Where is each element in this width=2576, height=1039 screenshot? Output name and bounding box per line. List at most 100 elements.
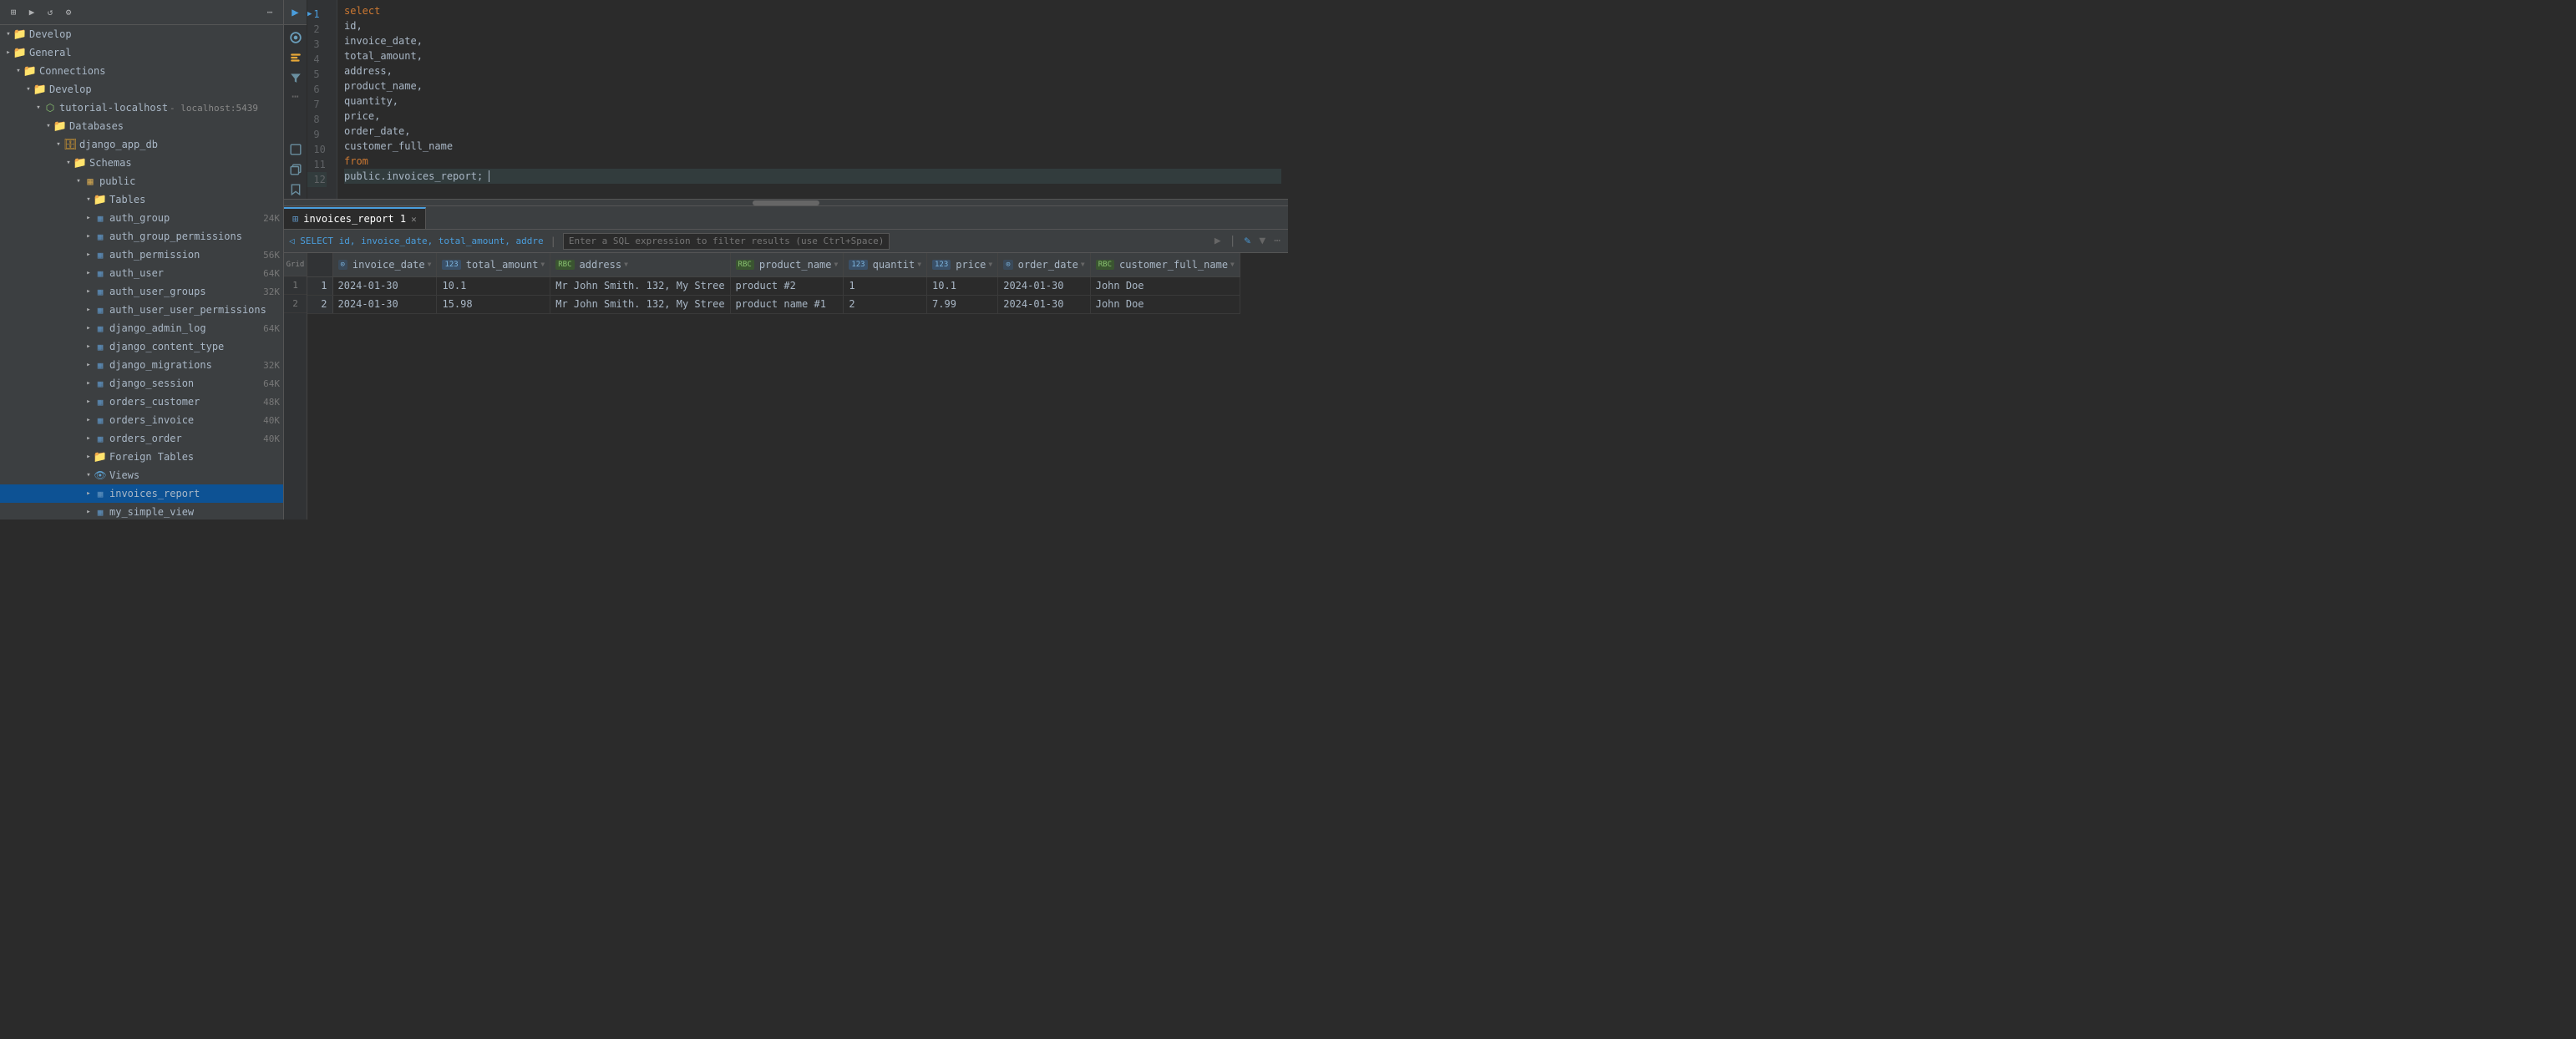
sidebar-item-auth-user-groups[interactable]: ▸ ▦ auth_user_groups 32K (0, 282, 283, 301)
run-icon[interactable]: ▶ (25, 6, 38, 19)
editor-scrollbar[interactable] (284, 199, 1288, 205)
expand-arrow: ▸ (84, 507, 94, 517)
table-row: 2 2024-01-30 15.98 Mr John Smith. 132, M… (307, 295, 1240, 313)
data-grid: Grid 1 2 (284, 253, 1288, 520)
sidebar-item-django-session[interactable]: ▸ ▦ django_session 64K (0, 374, 283, 393)
sidebar-item-public[interactable]: ▾ ▦ public (0, 172, 283, 190)
sort-arrow[interactable]: ▼ (917, 261, 921, 268)
col-type-badge: 123 (932, 260, 951, 270)
sidebar-item-views[interactable]: ▾ 👁 Views (0, 466, 283, 484)
sidebar-item-label: my_simple_view (109, 506, 280, 518)
sidebar-item-orders-invoice[interactable]: ▸ ▦ orders_invoice 40K (0, 411, 283, 429)
col-header-total-amount[interactable]: 123 total_amount ▼ (437, 253, 550, 276)
run-query-icon[interactable]: ▶ (292, 6, 298, 19)
grid-label-header: Grid (284, 253, 307, 276)
export-icon[interactable] (287, 140, 305, 159)
table-header-row: ⊙ invoice_date ▼ 123 total_amount (307, 253, 1240, 276)
col-header-order-date[interactable]: ⊙ order_date ▼ (998, 253, 1091, 276)
line-numbers: ▶ 1 ▶ 2 ▶3 ▶4 ▶5 ▶6 ▶7 ▶8 ▶9 (307, 0, 337, 199)
sidebar-item-foreign-tables[interactable]: ▸ 📁 Foreign Tables (0, 448, 283, 466)
col-header-quantity[interactable]: 123 quantit ▼ (844, 253, 927, 276)
execute-icon[interactable]: ▶ (1212, 235, 1224, 247)
folder-icon: 📁 (94, 194, 107, 205)
tab-close-button[interactable]: ✕ (411, 214, 417, 225)
folder-icon: 📁 (13, 47, 27, 58)
filter-icon[interactable] (287, 68, 305, 87)
debug-icon[interactable] (287, 28, 305, 47)
right-panel: ▶ ⋯ (284, 0, 1288, 520)
sort-arrow[interactable]: ▼ (1230, 261, 1235, 268)
expand-arrow: ▸ (84, 323, 94, 333)
sort-arrow[interactable]: ▼ (834, 261, 839, 268)
sidebar-item-orders-order[interactable]: ▸ ▦ orders_order 40K (0, 429, 283, 448)
table-icon: ▦ (94, 414, 107, 426)
sidebar-item-label: auth_permission (109, 249, 256, 261)
table-icon: ▦ (94, 231, 107, 242)
sidebar-item-develop-conn[interactable]: ▾ 📁 Develop (0, 80, 283, 99)
tab-invoices-report[interactable]: ⊞ invoices_report 1 ✕ (284, 207, 426, 229)
sidebar-item-auth-user-user-permissions[interactable]: ▸ ▦ auth_user_user_permissions (0, 301, 283, 319)
sidebar-item-schemas[interactable]: ▾ 📁 Schemas (0, 154, 283, 172)
expand-arrow: ▾ (63, 158, 74, 168)
sidebar-item-auth-group[interactable]: ▸ ▦ auth_group 24K (0, 209, 283, 227)
sidebar-item-tables[interactable]: ▾ 📁 Tables (0, 190, 283, 209)
sort-arrow[interactable]: ▼ (1081, 261, 1085, 268)
col-type-badge: RBC (1096, 260, 1114, 270)
expand-arrow: ▸ (84, 452, 94, 462)
sidebar-item-develop[interactable]: ▾ 📁 Develop (0, 25, 283, 43)
cell-order-date: 2024-01-30 (998, 295, 1091, 313)
expand-arrow: ▸ (84, 415, 94, 425)
more-icon[interactable]: ⋯ (263, 6, 276, 19)
sidebar-item-label: django_admin_log (109, 322, 256, 334)
col-name: total_amount (466, 259, 539, 271)
sidebar-item-auth-permission[interactable]: ▸ ▦ auth_permission 56K (0, 246, 283, 264)
sort-arrow[interactable]: ▼ (428, 261, 432, 268)
results-edit-icon[interactable]: ✎ (1242, 235, 1254, 247)
settings-icon[interactable]: ⚙ (62, 6, 75, 19)
sidebar-item-django-app-db[interactable]: ▾ 🗄 django_app_db (0, 135, 283, 154)
sidebar-item-django-admin-log[interactable]: ▸ ▦ django_admin_log 64K (0, 319, 283, 337)
editor-line-5: address, (344, 63, 1281, 79)
sidebar-item-label: orders_customer (109, 396, 256, 408)
sort-arrow[interactable]: ▼ (624, 261, 628, 268)
copy-icon[interactable] (287, 160, 305, 179)
filter-input[interactable] (563, 233, 890, 250)
sidebar-item-auth-group-permissions[interactable]: ▸ ▦ auth_group_permissions (0, 227, 283, 246)
col-header-invoice-date[interactable]: ⊙ invoice_date ▼ (332, 253, 437, 276)
table-size: 48K (263, 397, 280, 408)
col-header-address[interactable]: RBC address ▼ (550, 253, 730, 276)
sort-arrow[interactable]: ▼ (988, 261, 992, 268)
sidebar-item-my-simple-view[interactable]: ▸ ▦ my_simple_view (0, 503, 283, 520)
sql-preview: ◁ SELECT id, invoice_date, total_amount,… (289, 236, 544, 246)
results-filter-icon[interactable]: | (1227, 235, 1239, 247)
sidebar-item-connections[interactable]: ▾ 📁 Connections (0, 62, 283, 80)
sort-arrow[interactable]: ▼ (540, 261, 545, 268)
bookmark-icon[interactable] (287, 180, 305, 199)
col-header-product-name[interactable]: RBC product_name ▼ (730, 253, 844, 276)
more-options-icon[interactable]: ⋯ (292, 87, 298, 107)
sidebar-item-label: auth_user_groups (109, 286, 256, 297)
editor-line-10: customer_full_name (344, 139, 1281, 154)
cell-address: Mr John Smith. 132, My Stree (550, 295, 730, 313)
results-more-icon[interactable]: ⋯ (1271, 235, 1283, 247)
expand-arrow: ▾ (74, 176, 84, 186)
sidebar-item-django-migrations[interactable]: ▸ ▦ django_migrations 32K (0, 356, 283, 374)
explain-icon[interactable] (287, 48, 305, 67)
sidebar-item-general[interactable]: ▸ 📁 General (0, 43, 283, 62)
grid-icon[interactable]: ⊞ (7, 6, 20, 19)
sidebar-item-django-content-type[interactable]: ▸ ▦ django_content_type (0, 337, 283, 356)
results-sort-icon[interactable]: ▼ (1256, 235, 1268, 247)
table-size: 32K (263, 286, 280, 297)
sidebar-item-invoices-report[interactable]: ▸ ▦ invoices_report (0, 484, 283, 503)
col-header-customer-full-name[interactable]: RBC customer_full_name ▼ (1090, 253, 1240, 276)
tab-grid-icon: ⊞ (292, 213, 298, 225)
col-header-price[interactable]: 123 price ▼ (927, 253, 998, 276)
sql-editor[interactable]: select id, invoice_date, total_amount, a… (337, 0, 1288, 199)
folder-icon: 📁 (74, 157, 87, 169)
sidebar-item-databases[interactable]: ▾ 📁 Databases (0, 117, 283, 135)
sidebar-item-tutorial-localhost[interactable]: ▾ ⬡ tutorial-localhost - localhost:5439 (0, 99, 283, 117)
schema-icon: ▦ (84, 175, 97, 187)
sidebar-item-orders-customer[interactable]: ▸ ▦ orders_customer 48K (0, 393, 283, 411)
refresh-icon[interactable]: ↺ (43, 6, 57, 19)
sidebar-item-auth-user[interactable]: ▸ ▦ auth_user 64K (0, 264, 283, 282)
